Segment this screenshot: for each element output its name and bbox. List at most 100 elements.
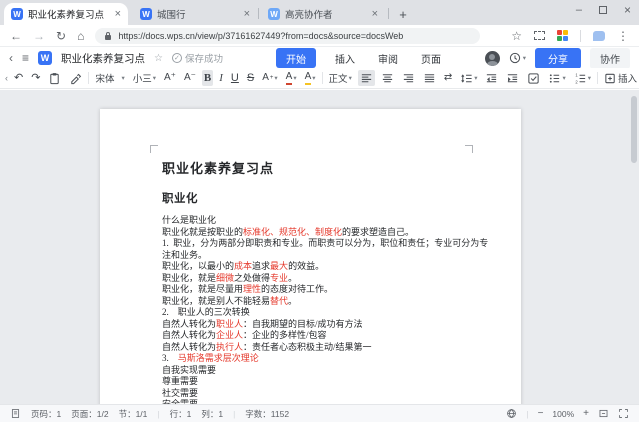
- tab-title: 城围行: [157, 10, 186, 21]
- format-painter-button[interactable]: [67, 70, 84, 86]
- url-text: https://docs.wps.cn/view/p/37161627449?f…: [118, 30, 404, 41]
- vertical-scrollbar[interactable]: [630, 90, 637, 404]
- url-input[interactable]: https://docs.wps.cn/view/p/37161627449?f…: [95, 27, 481, 44]
- tab-review[interactable]: 审阅: [374, 49, 402, 68]
- chevron-down-icon: ▾: [474, 75, 478, 82]
- chevron-down-icon: ▾: [121, 75, 125, 82]
- paste-clipboard-icon: [50, 72, 60, 84]
- page-info-icon[interactable]: [10, 408, 21, 419]
- wps-docs-favicon-icon: W: [140, 8, 152, 20]
- underline-button[interactable]: U: [229, 70, 241, 86]
- align-left-button[interactable]: [357, 70, 375, 86]
- window-minimize-button[interactable]: –: [576, 4, 582, 16]
- document-paragraph: 职业化，就是别人不能轻易替代。: [162, 295, 298, 306]
- window-controls: – ×: [576, 3, 631, 17]
- line-spacing-dropdown[interactable]: ▾: [458, 70, 479, 86]
- align-center-button[interactable]: [379, 70, 396, 86]
- browser-window: W 职业化素养复习点 × W 城围行 × W 高亮协作者 × + – × ← →…: [0, 0, 639, 422]
- language-globe-icon[interactable]: [506, 408, 517, 419]
- document-paragraph: 职业化，就是细微之处做得专业。: [162, 272, 298, 283]
- browser-menu-icon[interactable]: ⋮: [617, 30, 629, 42]
- decrease-indent-button[interactable]: [483, 70, 500, 86]
- wps-back-icon[interactable]: ‹: [9, 51, 13, 65]
- tab-close-icon[interactable]: ×: [244, 8, 250, 20]
- collapse-toolbar-icon[interactable]: ‹: [5, 73, 8, 83]
- document-content[interactable]: 职业化素养复习点 职业化 什么是职业化 职业化就是按职业的标准化、规范化、制度化的…: [162, 158, 495, 404]
- numbered-list-dropdown[interactable]: 1 2 ▾: [572, 70, 593, 86]
- strikethrough-button[interactable]: S: [245, 70, 256, 86]
- scrollbar-thumb[interactable]: [631, 96, 637, 163]
- font-name-select[interactable]: 宋体 ▾: [93, 70, 126, 86]
- bullet-list-dropdown[interactable]: ▾: [546, 70, 567, 86]
- chevron-down-icon: ▾: [274, 75, 278, 82]
- user-avatar[interactable]: [484, 50, 500, 66]
- screenshot-extension-icon[interactable]: [534, 31, 545, 40]
- increase-indent-button[interactable]: [504, 70, 521, 86]
- svg-text:2: 2: [575, 79, 578, 84]
- share-button[interactable]: 分享: [535, 47, 581, 69]
- font-color-icon: A: [285, 71, 293, 85]
- paste-button[interactable]: [46, 70, 63, 86]
- tab-page[interactable]: 页面: [417, 49, 445, 68]
- wps-logo-icon[interactable]: W: [38, 51, 53, 65]
- fit-page-icon[interactable]: [598, 408, 609, 419]
- zoom-level: 100%: [552, 408, 575, 419]
- distribute-button[interactable]: ⇄: [442, 70, 454, 86]
- new-tab-button[interactable]: +: [394, 5, 412, 23]
- checklist-button[interactable]: [525, 70, 542, 86]
- increase-indent-icon: [508, 73, 518, 82]
- collaborate-button[interactable]: 协作: [590, 47, 630, 69]
- tab-title: 高亮协作者: [285, 10, 333, 21]
- zoom-out-button[interactable]: −: [538, 408, 544, 419]
- undo-button[interactable]: ↶: [12, 70, 25, 86]
- decrease-font-button[interactable]: A⁻: [182, 70, 198, 86]
- document-canvas: 职业化素养复习点 职业化 什么是职业化 职业化就是按职业的标准化、规范化、制度化的…: [0, 90, 639, 404]
- back-icon[interactable]: ←: [10, 30, 22, 42]
- favorite-star-icon[interactable]: ☆: [154, 53, 163, 64]
- tab-insert[interactable]: 插入: [331, 49, 359, 68]
- history-dropdown[interactable]: ▾: [509, 52, 526, 64]
- align-left-icon: [361, 73, 371, 82]
- document-paragraph: 自然人转化为企业人：企业的多样性/包容: [162, 330, 327, 340]
- font-color-dropdown[interactable]: A ▾: [284, 70, 299, 86]
- redo-button[interactable]: ↷: [29, 70, 42, 86]
- browser-tab-strip: W 职业化素养复习点 × W 城围行 × W 高亮协作者 × + – ×: [0, 0, 639, 25]
- browser-tab[interactable]: W 城围行 ×: [133, 3, 257, 25]
- browser-tab-active[interactable]: W 职业化素养复习点 ×: [4, 3, 128, 25]
- highlight-color-dropdown[interactable]: A ▾: [303, 70, 318, 86]
- zoom-in-button[interactable]: +: [583, 408, 589, 419]
- paragraph-style-select[interactable]: 正文 ▾: [327, 70, 354, 86]
- colorful-extension-icon[interactable]: [557, 30, 568, 41]
- justify-button[interactable]: [421, 70, 438, 86]
- tab-close-icon[interactable]: ×: [115, 8, 121, 20]
- browser-tab[interactable]: W 高亮协作者 ×: [261, 3, 385, 25]
- forward-icon[interactable]: →: [33, 30, 45, 42]
- line-spacing-icon: [461, 73, 472, 83]
- chevron-down-icon: ▾: [587, 75, 592, 82]
- document-paragraph: 什么是职业化: [162, 215, 217, 225]
- chevron-down-icon: ▾: [522, 55, 526, 62]
- bookmark-star-icon[interactable]: ☆: [511, 30, 522, 42]
- messenger-extension-icon[interactable]: [593, 30, 605, 41]
- increase-font-button[interactable]: A⁺: [162, 70, 178, 86]
- document-page[interactable]: 职业化素养复习点 职业化 什么是职业化 职业化就是按职业的标准化、规范化、制度化的…: [100, 109, 521, 404]
- status-bar-right: | − 100% +: [506, 408, 629, 419]
- bold-button[interactable]: B: [201, 70, 214, 86]
- browser-address-bar: ← → ↻ ⌂ https://docs.wps.cn/view/p/37161…: [0, 25, 639, 47]
- status-bar: 页码：1 页面：1/2 节：1/1 | 行：1 列：1 | 字数：1152 | …: [0, 404, 639, 422]
- italic-button[interactable]: I: [217, 70, 225, 86]
- fullscreen-icon[interactable]: [618, 408, 629, 419]
- text-effects-dropdown[interactable]: A + ▾: [260, 70, 279, 86]
- font-size-select[interactable]: 小三 ▾: [131, 70, 158, 86]
- align-right-button[interactable]: [400, 70, 417, 86]
- home-icon[interactable]: ⌂: [77, 30, 84, 42]
- svg-text:1: 1: [575, 72, 578, 77]
- insert-button[interactable]: 插入: [602, 70, 639, 86]
- window-close-button[interactable]: ×: [624, 3, 631, 17]
- tab-close-icon[interactable]: ×: [372, 8, 378, 20]
- reload-icon[interactable]: ↻: [56, 30, 66, 42]
- window-maximize-button[interactable]: [598, 6, 607, 14]
- tab-home[interactable]: 开始: [276, 48, 316, 68]
- document-paragraph: 自我实现需要: [162, 364, 217, 375]
- wps-menu-icon[interactable]: ≡: [22, 51, 29, 65]
